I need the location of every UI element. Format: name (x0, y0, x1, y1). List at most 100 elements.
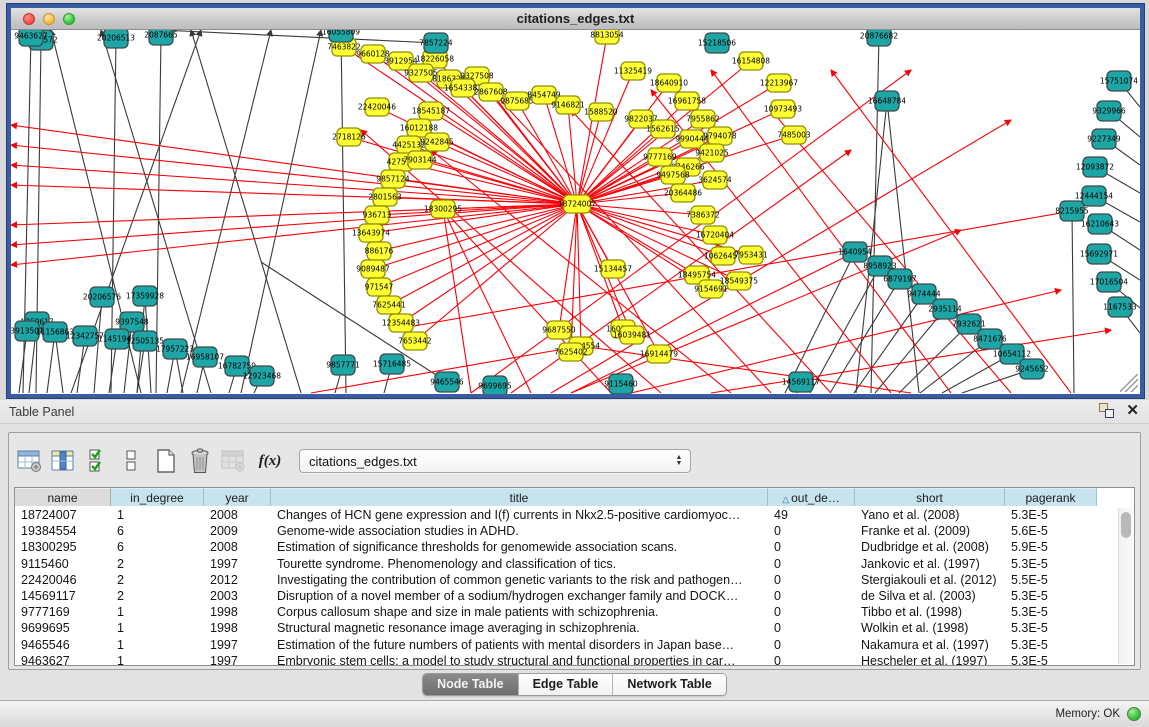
graph-node[interactable]: 9115460 (604, 374, 638, 394)
table-cell-title[interactable]: Structural magnetic resonance image aver… (271, 620, 768, 636)
table-row[interactable]: 1938455462009Genome-wide association stu… (15, 523, 1134, 539)
table-cell-short[interactable]: Jankovic et al. (1997) (855, 556, 1005, 572)
table-cell-pagerank[interactable]: 5.3E-5 (1005, 556, 1097, 572)
graph-node[interactable]: 6879197 (883, 269, 917, 289)
new-table-icon[interactable] (151, 446, 181, 476)
graph-node[interactable]: 886176 (365, 242, 394, 260)
table-cell-year[interactable]: 2003 (204, 588, 271, 604)
table-cell-name[interactable]: 9777169 (15, 604, 111, 620)
resize-grip-icon[interactable] (1120, 374, 1138, 392)
graph-node[interactable]: 7903144 (403, 151, 437, 169)
graph-node[interactable]: 7955862 (686, 110, 720, 128)
table-cell-year[interactable]: 1998 (204, 604, 271, 620)
graph-node[interactable]: 12093872 (1076, 157, 1114, 177)
graph-node[interactable]: 9794078 (703, 127, 737, 145)
table-cell-in_degree[interactable]: 2 (111, 556, 204, 572)
table-cell-out_de[interactable]: 0 (768, 572, 855, 588)
graph-node[interactable]: 16648784 (868, 91, 906, 111)
graph-node[interactable]: 7625441 (372, 296, 406, 314)
graph-edge[interactable] (831, 70, 1071, 393)
graph-node[interactable]: 18724007 (558, 195, 596, 213)
table-cell-in_degree[interactable]: 6 (111, 523, 204, 539)
float-panel-icon[interactable] (1099, 403, 1114, 418)
table-cell-out_de[interactable]: 0 (768, 604, 855, 620)
table-cell-year[interactable]: 2012 (204, 572, 271, 588)
graph-node[interactable]: 16720404 (696, 226, 734, 244)
table-cell-year[interactable]: 2009 (204, 523, 271, 539)
graph-node[interactable]: 16961758 (668, 92, 706, 110)
table-cell-name[interactable]: 19384554 (15, 523, 111, 539)
table-cell-out_de[interactable]: 49 (768, 507, 855, 523)
graph-node[interactable]: 9857124 (376, 170, 410, 188)
table-cell-short[interactable]: Dudbridge et al. (2008) (855, 539, 1005, 555)
table-row[interactable]: 1456911722003Disruption of a novel membe… (15, 588, 1134, 604)
table-cell-pagerank[interactable]: 5.5E-5 (1005, 572, 1097, 588)
graph-node[interactable]: 9497568 (656, 166, 690, 184)
select-all-check-icon[interactable] (83, 446, 113, 476)
table-cell-short[interactable]: Hescheler et al. (1997) (855, 653, 1005, 666)
table-row[interactable]: 946362711997Embryonic stem cells: a mode… (15, 653, 1134, 666)
graph-node[interactable]: 18300295 (424, 200, 462, 218)
table-cell-pagerank[interactable]: 5.3E-5 (1005, 653, 1097, 666)
graph-node[interactable]: 17359928 (126, 286, 164, 306)
table-cell-short[interactable]: Nakamura et al. (1997) (855, 637, 1005, 653)
graph-node[interactable]: 9227349 (1087, 129, 1121, 149)
close-panel-icon[interactable]: ✕ (1126, 403, 1139, 418)
table-cell-title[interactable]: Disruption of a novel member of a sodium… (271, 588, 768, 604)
graph-edge[interactable] (161, 30, 436, 43)
table-cell-short[interactable]: Stergiakouli et al. (2012) (855, 572, 1005, 588)
graph-node[interactable]: 12213967 (760, 74, 798, 92)
table-cell-pagerank[interactable]: 5.3E-5 (1005, 507, 1097, 523)
table-cell-name[interactable]: 22420046 (15, 572, 111, 588)
network-canvas[interactable]: 1872400718300295193845547463822966012839… (11, 30, 1140, 394)
graph-node[interactable]: 11325419 (614, 62, 652, 80)
graph-edge[interactable] (577, 71, 633, 204)
graph-node[interactable]: 7485003 (777, 126, 811, 144)
graph-node[interactable]: 15218506 (698, 33, 736, 53)
column-header-title[interactable]: title (271, 488, 768, 506)
graph-node[interactable]: 936713 (363, 206, 392, 224)
table-cell-name[interactable]: 14569117 (15, 588, 111, 604)
graph-node[interactable]: 9463627 (14, 30, 48, 46)
network-window-titlebar[interactable]: citations_edges.txt (11, 8, 1140, 30)
graph-node[interactable]: 16210643 (1081, 214, 1119, 234)
table-cell-year[interactable]: 2008 (204, 539, 271, 555)
graph-node[interactable]: 9857771 (326, 355, 360, 375)
table-cell-in_degree[interactable]: 1 (111, 604, 204, 620)
column-header-in_degree[interactable]: in_degree (111, 488, 204, 506)
column-header-short[interactable]: short (855, 488, 1005, 506)
table-cell-year[interactable]: 1997 (204, 637, 271, 653)
graph-node[interactable]: 3624574 (698, 171, 732, 189)
table-settings-icon[interactable] (15, 446, 45, 476)
graph-node[interactable]: 16914479 (640, 345, 678, 363)
table-cell-name[interactable]: 9115460 (15, 556, 111, 572)
table-row[interactable]: 969969511998Structural magnetic resonanc… (15, 620, 1134, 636)
graph-node[interactable]: 15692971 (1080, 244, 1118, 264)
graph-edge[interactable] (11, 204, 577, 225)
table-cell-name[interactable]: 9463627 (15, 653, 111, 666)
graph-edge[interactable] (887, 101, 919, 393)
graph-node[interactable]: 18640910 (650, 74, 688, 92)
table-cell-out_de[interactable]: 0 (768, 653, 855, 666)
table-cell-title[interactable]: Tourette syndrome. Phenomenology and cla… (271, 556, 768, 572)
table-row[interactable]: 977716911998Corpus callosum shape and si… (15, 604, 1134, 620)
graph-node[interactable]: 9089487 (356, 260, 390, 278)
graph-edge[interactable] (241, 30, 321, 393)
graph-node[interactable]: 9245652 (1015, 359, 1049, 379)
graph-node[interactable]: 16154808 (732, 52, 770, 70)
graph-node[interactable]: 7386372 (686, 206, 720, 224)
tab-node-table[interactable]: Node Table (423, 674, 518, 695)
column-header-name[interactable]: name (15, 488, 111, 506)
graph-node[interactable]: 18545187 (412, 102, 450, 120)
graph-edge[interactable] (11, 165, 577, 204)
table-source-dropdown[interactable]: citations_edges.txt ▲▼ (299, 449, 691, 473)
column-header-pagerank[interactable]: pagerank (1005, 488, 1097, 506)
graph-edge[interactable] (181, 30, 271, 393)
graph-node[interactable]: 2935114 (928, 299, 962, 319)
delete-rows-icon[interactable] (185, 446, 215, 476)
table-cell-title[interactable]: Estimation of significance thresholds fo… (271, 539, 768, 555)
graph-edge[interactable] (11, 185, 577, 204)
table-cell-in_degree[interactable]: 1 (111, 637, 204, 653)
graph-node[interactable]: 7653442 (398, 332, 432, 350)
graph-node[interactable]: 20876682 (860, 30, 898, 46)
